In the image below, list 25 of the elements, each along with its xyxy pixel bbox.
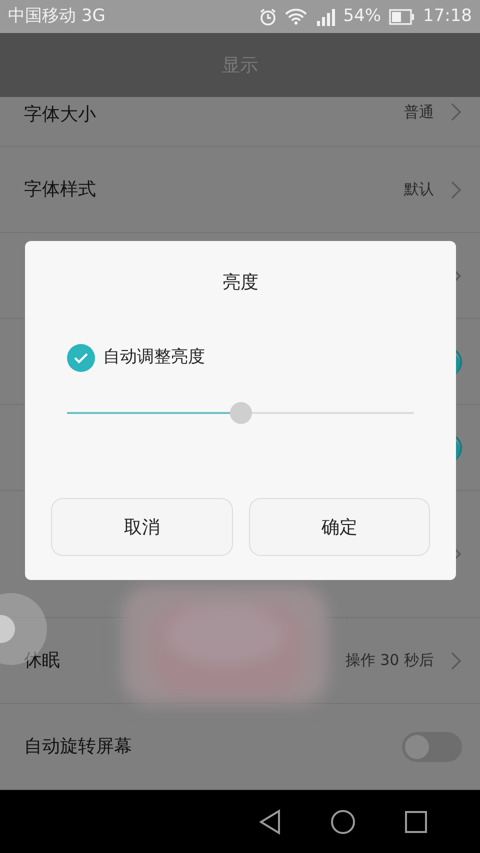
alarm-icon xyxy=(259,8,278,26)
battery-icon xyxy=(389,8,415,24)
battery-percent: 54% xyxy=(343,4,381,28)
recents-icon[interactable] xyxy=(404,810,428,834)
toggle-switch[interactable] xyxy=(402,732,462,762)
home-icon[interactable] xyxy=(330,808,356,834)
slider-thumb[interactable] xyxy=(230,402,252,424)
setting-value: 默认 xyxy=(404,179,434,200)
dialog-button[interactable]: 确定 xyxy=(248,498,430,556)
clock: 17:18 xyxy=(423,4,472,28)
dialog-button[interactable]: 取消 xyxy=(51,498,232,556)
setting-label: 字体大小 xyxy=(24,103,96,127)
setting-value: 普通 xyxy=(404,102,434,123)
checkbox[interactable] xyxy=(67,344,95,372)
setting-label: 字体样式 xyxy=(24,178,96,202)
wifi-icon xyxy=(285,8,308,25)
back-icon[interactable] xyxy=(258,808,282,834)
setting-label: 休眠 xyxy=(24,649,60,673)
check-icon xyxy=(73,350,89,366)
carrier-name: 中国移动 3G xyxy=(8,4,106,28)
checkbox-label: 自动调整亮度 xyxy=(103,346,205,370)
setting-label: 自动旋转屏幕 xyxy=(24,735,132,759)
setting-value: 操作 30 秒后 xyxy=(345,650,434,672)
dialog-title: 亮度 xyxy=(222,272,258,293)
signal-icon xyxy=(315,6,336,26)
